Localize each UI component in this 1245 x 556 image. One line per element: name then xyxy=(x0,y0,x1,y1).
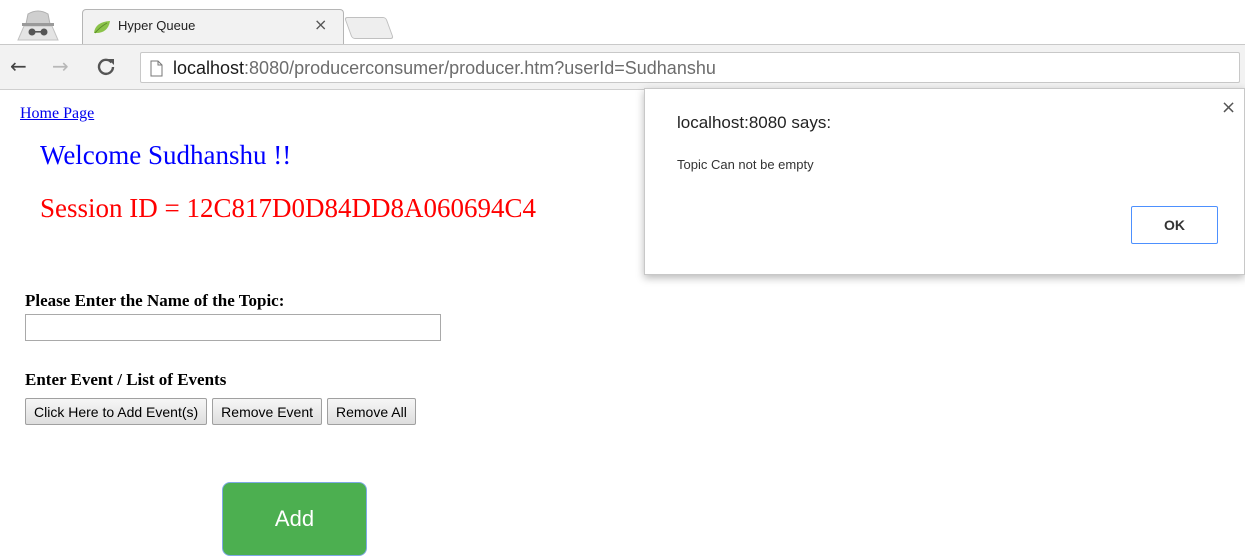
home-page-link[interactable]: Home Page xyxy=(20,105,94,123)
incognito-icon xyxy=(17,10,59,41)
event-buttons: Click Here to Add Event(s) Remove Event … xyxy=(25,398,416,425)
forward-arrow-icon[interactable]: → xyxy=(52,54,69,78)
url-path: :8080/producerconsumer/producer.htm?user… xyxy=(244,58,716,78)
url-host: localhost xyxy=(173,58,245,78)
events-label: Enter Event / List of Events xyxy=(25,370,227,389)
browser-toolbar: ← → localhost:8080/producerconsumer/prod… xyxy=(0,44,1245,90)
session-id-text: Session ID = 12C817D0D84DD8A060694C4 xyxy=(40,193,536,223)
dialog-title: localhost:8080 says: xyxy=(677,113,832,132)
alert-dialog: × localhost:8080 says: Topic Can not be … xyxy=(644,88,1245,275)
new-tab-button[interactable] xyxy=(343,17,395,39)
reload-icon[interactable] xyxy=(96,57,116,77)
remove-all-button[interactable]: Remove All xyxy=(327,398,416,425)
topic-label: Please Enter the Name of the Topic: xyxy=(25,291,285,310)
back-arrow-icon[interactable]: ← xyxy=(10,54,27,78)
page-icon xyxy=(150,60,163,77)
topic-input[interactable] xyxy=(25,314,441,341)
tab-title: Hyper Queue xyxy=(118,18,196,33)
ok-button[interactable]: OK xyxy=(1131,206,1218,244)
browser-tab-content[interactable]: Hyper Queue × xyxy=(82,9,344,44)
tab-strip: Hyper Queue × xyxy=(0,0,1245,44)
close-icon[interactable]: × xyxy=(1221,97,1236,118)
dialog-message: Topic Can not be empty xyxy=(677,157,814,172)
add-events-button[interactable]: Click Here to Add Event(s) xyxy=(25,398,208,425)
remove-event-button[interactable]: Remove Event xyxy=(212,398,322,425)
address-bar[interactable]: localhost:8080/producerconsumer/producer… xyxy=(140,52,1240,83)
url-text[interactable]: localhost:8080/producerconsumer/producer… xyxy=(173,58,716,79)
add-button[interactable]: Add xyxy=(222,482,367,556)
welcome-heading: Welcome Sudhanshu !! xyxy=(40,140,292,170)
tab-close-icon[interactable]: × xyxy=(314,15,327,34)
leaf-favicon-icon xyxy=(94,21,110,34)
